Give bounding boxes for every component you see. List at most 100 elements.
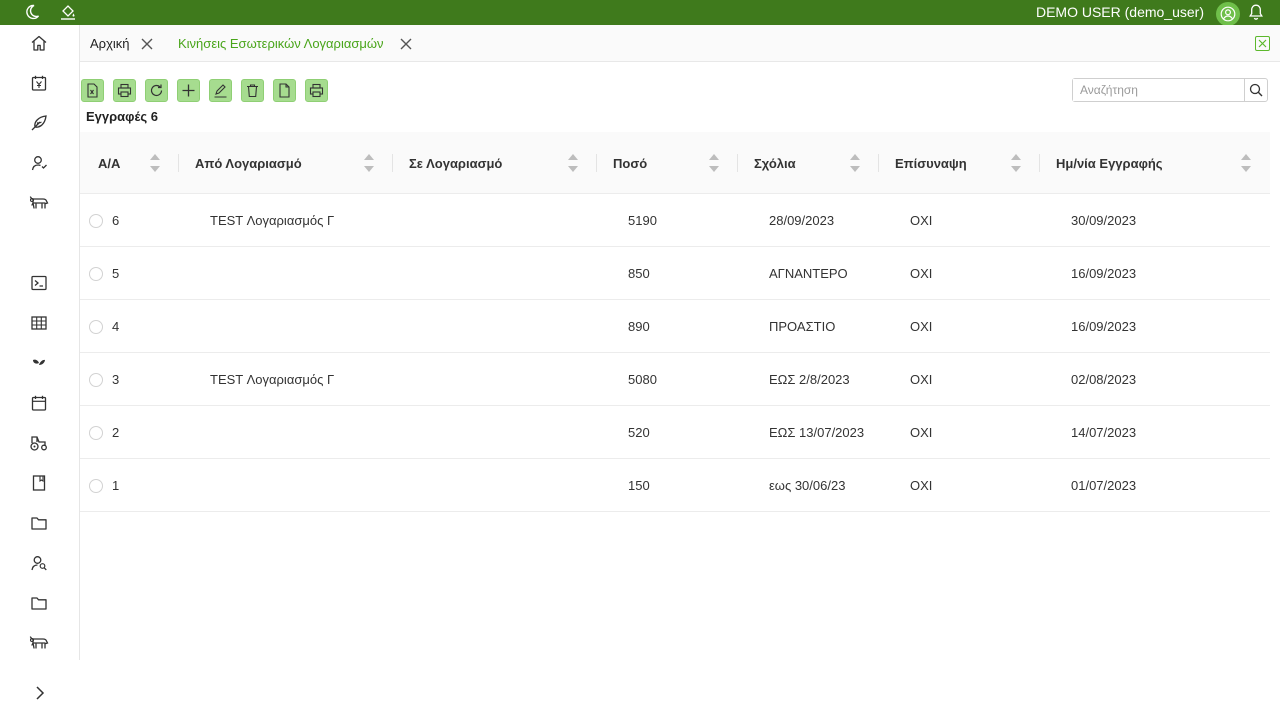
row-radio[interactable] [89,267,103,281]
cell-aa: 4 [112,319,120,334]
excel-export-button[interactable] [81,79,104,102]
column-header-amount[interactable]: Ποσό [613,132,647,194]
calendar-money-icon[interactable] [29,73,49,93]
cell-comments: ΑΓΝΑΝΤΕΡΟ [769,266,848,281]
table-row[interactable]: 3 TEST Λογαριασμός Γ 5080 ΕΩΣ 2/8/2023 Ο… [80,353,1270,406]
tab-label: Αρχική [90,36,130,51]
cell-entry-date: 16/09/2023 [1071,319,1137,334]
user-name[interactable]: DEMO USER (demo_user) [1036,0,1204,25]
column-divider [596,154,597,172]
column-divider [178,154,179,172]
moon-icon[interactable] [22,3,42,21]
plant-icon[interactable] [29,353,49,373]
tab-bar: Αρχική Κινήσεις Εσωτερικών Λογαριασμών [80,25,1280,62]
paint-bucket-icon[interactable] [58,3,78,21]
record-count: Εγγραφές 6 [86,109,158,124]
close-all-tabs-icon[interactable] [1255,36,1270,51]
cell-attachment: ΟΧΙ [910,319,933,334]
cell-aa: 1 [112,478,120,493]
column-header-aa[interactable]: Α/Α [98,132,120,194]
close-icon[interactable] [399,37,413,51]
column-divider [392,154,393,172]
print-alt-button[interactable] [305,79,328,102]
column-divider [1039,154,1040,172]
chevron-right-icon[interactable] [31,684,49,702]
tab-home[interactable]: Αρχική [90,25,154,62]
tractor-icon[interactable] [29,433,49,453]
folder-icon[interactable] [29,593,49,613]
sort-icon[interactable] [1010,152,1022,174]
sort-icon[interactable] [1240,152,1252,174]
cattle-icon[interactable] [29,193,49,213]
user-avatar-icon[interactable] [1216,2,1240,26]
edit-button[interactable] [209,79,232,102]
cell-entry-date: 01/07/2023 [1071,478,1137,493]
table-row[interactable]: 2 520 ΕΩΣ 13/07/2023 ΟΧΙ 14/07/2023 [80,406,1270,459]
user-settings-icon[interactable] [29,153,49,173]
add-button[interactable] [177,79,200,102]
sort-icon[interactable] [363,152,375,174]
print-button[interactable] [113,79,136,102]
table-row[interactable]: 5 850 ΑΓΝΑΝΤΕΡΟ ΟΧΙ 16/09/2023 [80,247,1270,300]
sort-icon[interactable] [849,152,861,174]
top-bar: DEMO USER (demo_user) [0,0,1280,26]
leaf-icon[interactable] [29,113,49,133]
tab-label: Κινήσεις Εσωτερικών Λογαριασμών [178,36,384,51]
row-radio[interactable] [89,214,103,228]
cell-amount: 150 [628,478,650,493]
cell-aa: 6 [112,213,120,228]
cattle-icon[interactable] [29,633,49,653]
cell-entry-date: 14/07/2023 [1071,425,1137,440]
search-input[interactable] [1073,79,1245,101]
row-radio[interactable] [89,320,103,334]
calendar-icon[interactable] [29,393,49,413]
column-header-attachment[interactable]: Επίσυναψη [895,132,967,194]
cell-attachment: ΟΧΙ [910,266,933,281]
sort-icon[interactable] [708,152,720,174]
sidebar [0,25,80,660]
bell-icon[interactable] [1248,3,1264,21]
cell-amount: 520 [628,425,650,440]
cell-comments: εως 30/06/23 [769,478,846,493]
column-header-entry-date[interactable]: Ημ/νία Εγγραφής [1056,132,1163,194]
search-icon[interactable] [1245,79,1267,101]
cell-aa: 2 [112,425,120,440]
refresh-button[interactable] [145,79,168,102]
table-icon[interactable] [29,313,49,333]
document-button[interactable] [273,79,296,102]
cell-amount: 890 [628,319,650,334]
toolbar [81,79,328,102]
cell-comments: ΕΩΣ 13/07/2023 [769,425,865,440]
column-header-comments[interactable]: Σχόλια [754,132,796,194]
column-header-from-account[interactable]: Από Λογαριασμό [195,132,302,194]
home-icon[interactable] [29,33,49,53]
table-row[interactable]: 1 150 εως 30/06/23 ΟΧΙ 01/07/2023 [80,459,1270,512]
user-search-icon[interactable] [29,553,49,573]
sort-icon[interactable] [149,152,161,174]
cell-comments: ΠΡΟΑΣΤΙΟ [769,319,836,334]
column-header-to-account[interactable]: Σε Λογαριασμό [409,132,502,194]
cell-aa: 5 [112,266,120,281]
cell-entry-date: 02/08/2023 [1071,372,1137,387]
cell-from-account: TEST Λογαριασμός Γ [210,372,335,387]
sort-icon[interactable] [567,152,579,174]
delete-button[interactable] [241,79,264,102]
cell-amount: 5080 [628,372,657,387]
row-radio[interactable] [89,426,103,440]
table-row[interactable]: 6 TEST Λογαριασμός Γ 5190 28/09/2023 ΟΧΙ… [80,194,1270,247]
close-icon[interactable] [140,37,154,51]
table-row[interactable]: 4 890 ΠΡΟΑΣΤΙΟ ΟΧΙ 16/09/2023 [80,300,1270,353]
book-icon[interactable] [29,473,49,493]
tab-internal-account-movements[interactable]: Κινήσεις Εσωτερικών Λογαριασμών [178,25,413,62]
table-header: Α/Α Από Λογαριασμό Σε Λογαριασμό Ποσό Σχ… [80,132,1270,194]
column-divider [878,154,879,172]
terminal-icon[interactable] [29,273,49,293]
folder-icon[interactable] [29,513,49,533]
cell-attachment: ΟΧΙ [910,478,933,493]
records-table: Α/Α Από Λογαριασμό Σε Λογαριασμό Ποσό Σχ… [80,132,1270,512]
search-box [1072,78,1268,102]
row-radio[interactable] [89,373,103,387]
cell-from-account: TEST Λογαριασμός Γ [210,213,335,228]
row-radio[interactable] [89,479,103,493]
cell-entry-date: 16/09/2023 [1071,266,1137,281]
